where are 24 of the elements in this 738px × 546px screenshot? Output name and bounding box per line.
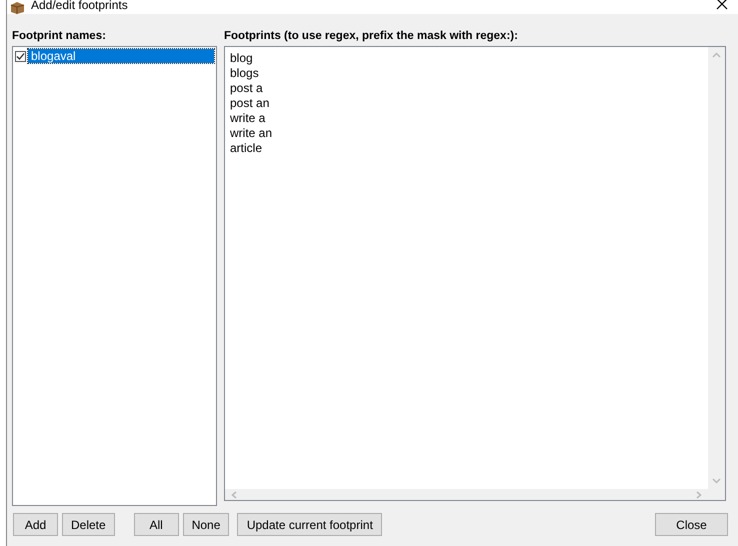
footprint-line: write an: [230, 126, 272, 141]
footprint-line: write a: [230, 111, 266, 126]
panel-label: Footprint names:: [12, 29, 107, 44]
dialog-button[interactable]: Close: [655, 513, 728, 536]
dialog-button[interactable]: All: [134, 513, 179, 536]
window-title: Add/edit footprints: [31, 0, 128, 12]
footprint-list[interactable]: blogaval: [12, 46, 217, 506]
horizontal-scrollbar[interactable]: [225, 489, 708, 500]
panel-label: Footprints (to use regex, prefix the mask with regex:):: [224, 29, 519, 44]
dialog-button[interactable]: Delete: [62, 513, 115, 536]
footprint-line: article: [230, 141, 262, 156]
footprint-line: post a: [230, 81, 263, 96]
footprint-line: blog: [230, 51, 253, 66]
footprints-field[interactable]: blog blogs post a post an write a write an article: [224, 46, 726, 501]
checkbox[interactable]: [15, 50, 26, 62]
dialog-button[interactable]: None: [182, 513, 230, 536]
list-item[interactable]: blogaval: [28, 49, 214, 63]
dialog-button[interactable]: Add: [13, 513, 58, 536]
package-icon: [10, 2, 25, 14]
close-icon[interactable]: [716, 0, 728, 10]
vertical-scrollbar[interactable]: [708, 47, 725, 500]
dialog-button[interactable]: Update current footprint: [237, 513, 382, 536]
footprint-line: post an: [230, 96, 270, 111]
footprint-line: blogs: [230, 66, 259, 81]
